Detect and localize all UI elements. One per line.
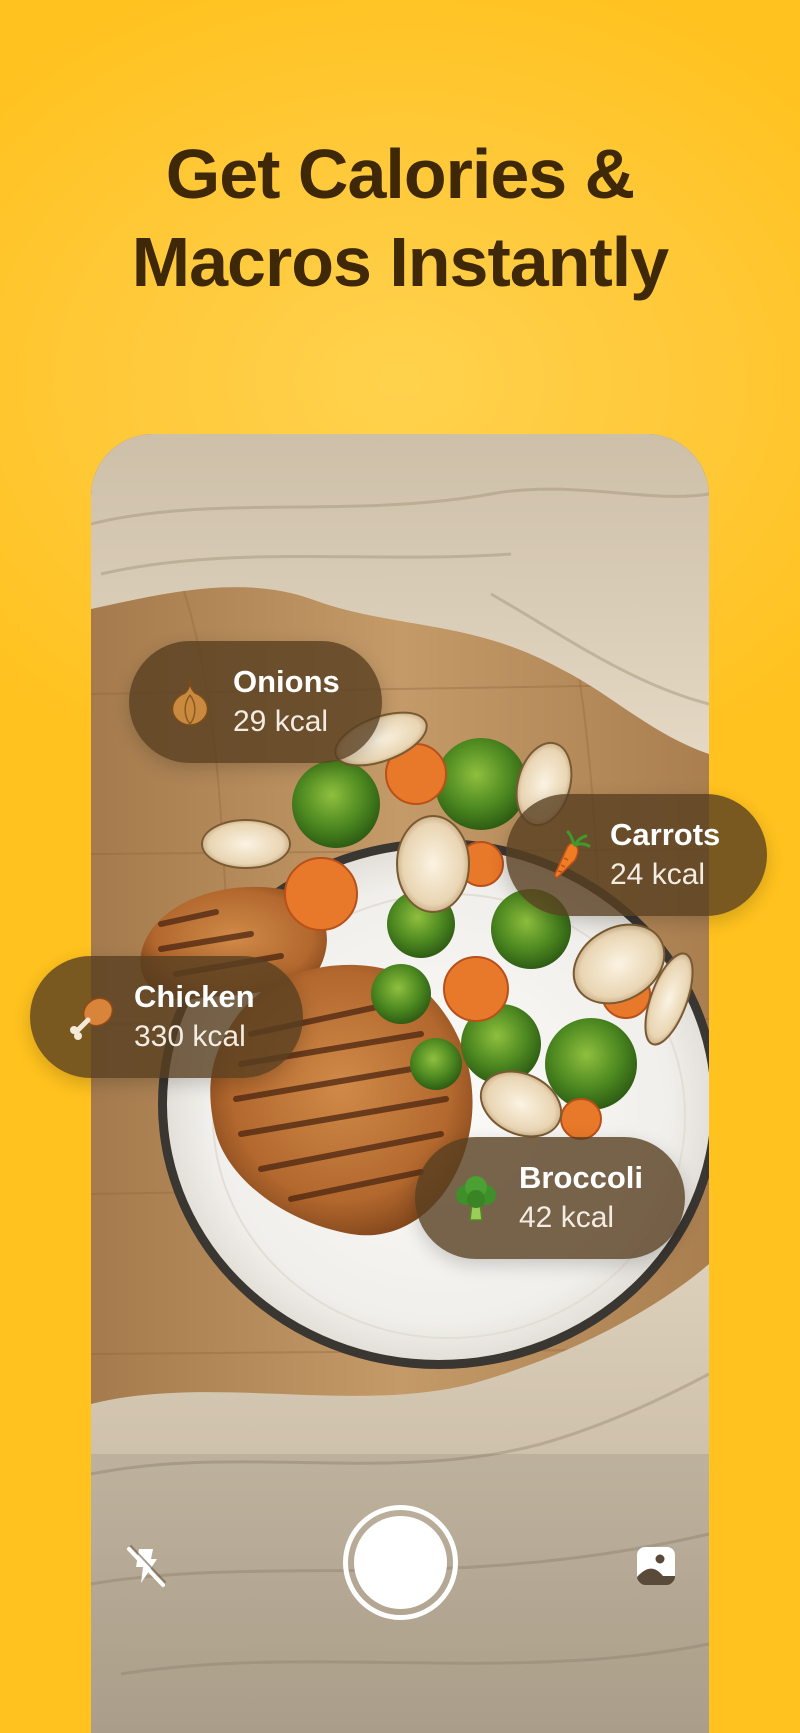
gallery-icon <box>637 1547 675 1585</box>
food-label-carrots[interactable]: Carrots 24 kcal <box>506 794 767 916</box>
food-label-broccoli[interactable]: Broccoli 42 kcal <box>415 1137 685 1259</box>
food-name: Carrots <box>610 817 721 852</box>
flash-off-icon <box>127 1545 166 1587</box>
food-label-onions[interactable]: Onions 29 kcal <box>129 641 382 763</box>
headline-line-1: Get Calories & <box>165 135 635 213</box>
headline-line-2: Macros Instantly <box>131 223 669 301</box>
onion-icon <box>171 679 209 726</box>
food-calories: 24 kcal <box>610 858 706 891</box>
broccoli-icon <box>456 1176 496 1221</box>
food-calories: 29 kcal <box>233 705 329 738</box>
food-name: Onions <box>233 664 340 699</box>
app-screenshot: Get Calories & Macros Instantly Onions 2… <box>0 0 800 1733</box>
gallery-button[interactable] <box>633 1544 679 1588</box>
food-calories: 330 kcal <box>134 1020 246 1053</box>
headline: Get Calories & Macros Instantly <box>0 130 800 306</box>
flash-toggle-button[interactable] <box>121 1543 169 1589</box>
food-name: Chicken <box>134 979 255 1014</box>
food-label-chicken[interactable]: Chicken 330 kcal <box>30 956 303 1078</box>
food-calories: 42 kcal <box>519 1201 615 1234</box>
shutter-inner <box>354 1516 447 1609</box>
chicken-leg-icon <box>70 997 114 1040</box>
shutter-button[interactable] <box>343 1505 458 1620</box>
food-name: Broccoli <box>519 1160 644 1195</box>
carrot-icon <box>554 830 591 878</box>
